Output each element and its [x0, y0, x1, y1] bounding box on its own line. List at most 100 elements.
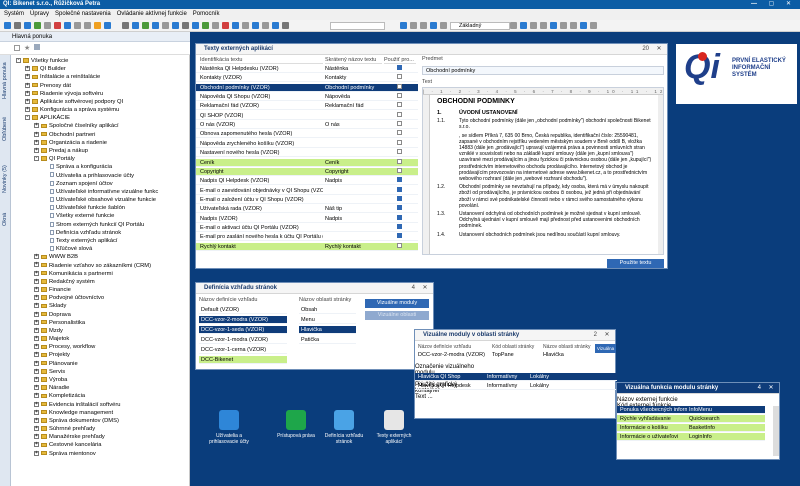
desktop-shortcut[interactable]: Definícia vzhľadu stránok	[318, 410, 370, 445]
area-list-item[interactable]: Hlavička	[299, 326, 356, 334]
tree-item[interactable]: + Aplikácie softvérovej podpory QI	[25, 98, 123, 106]
menu-item[interactable]: Úpravy	[30, 11, 49, 17]
toolbar-icon[interactable]	[44, 22, 51, 29]
tree-item[interactable]: + Komunikácia s partnermi	[34, 270, 113, 278]
definition-list-item[interactable]: DCC-vzor-1-cerna (VZOR)	[199, 346, 287, 354]
texts-grid-row[interactable]: Rychlý kontakt Rychlý kontakt	[196, 242, 418, 251]
toolbar-icon[interactable]	[94, 22, 101, 29]
expand-icon[interactable]: +	[34, 123, 39, 129]
definition-list-item[interactable]: DCC-vzor-1-modra (VZOR)	[199, 336, 287, 344]
menu-item[interactable]: Společné nastavenia	[55, 11, 111, 17]
window-controls[interactable]: — ▢ ✕	[751, 0, 796, 9]
definition-list-item[interactable]: DCC-vzor-1-seda (VZOR)	[199, 326, 287, 334]
toolbar-icon[interactable]	[530, 22, 537, 29]
star-icon[interactable]: ★	[24, 44, 30, 52]
tree-item[interactable]: + Výroba	[34, 376, 67, 384]
texts-grid-row[interactable]: Obnova zapomenutého hesla (VZOR)	[196, 130, 418, 139]
use-checkbox[interactable]	[397, 74, 402, 80]
tree-item[interactable]: + Správa dokumentov (DMS)	[34, 417, 119, 425]
close-icon[interactable]: ✕	[602, 330, 612, 341]
use-checkbox[interactable]	[397, 102, 402, 108]
tree-item[interactable]: + Spoločné číselníky aplikácí	[34, 122, 119, 130]
definition-list-item[interactable]: Default (VZOR)	[199, 306, 287, 314]
nav-tab-0[interactable]: Hlavná ponuka	[0, 59, 11, 103]
tree-item[interactable]: + Personalistika	[34, 319, 85, 327]
tree-item[interactable]: Užívateľské informatívne vizuálne funkc	[43, 188, 158, 196]
use-checkbox[interactable]	[397, 130, 402, 136]
expand-icon[interactable]: -	[16, 57, 21, 63]
expand-icon[interactable]: +	[34, 278, 39, 284]
expand-icon[interactable]: +	[34, 270, 39, 276]
nav-tab-3[interactable]: Okná	[0, 205, 11, 233]
texts-grid-row[interactable]: Nastavení nového hesla (VZOR)	[196, 149, 418, 158]
toolbar-icon[interactable]	[64, 22, 71, 29]
toolbar-icon[interactable]	[34, 22, 41, 29]
toolbar-icon[interactable]	[142, 22, 149, 29]
toolbar-icon[interactable]	[182, 22, 189, 29]
desktop-shortcut[interactable]: Texty externých aplikácí	[368, 410, 420, 445]
use-checkbox[interactable]	[397, 214, 402, 220]
toolbar-icon[interactable]	[272, 22, 279, 29]
toolbar-icon[interactable]	[580, 22, 587, 29]
toolbar-icon[interactable]	[212, 22, 219, 29]
close-icon[interactable]: ✕	[654, 44, 664, 55]
use-text-button[interactable]: Použite textu	[607, 259, 664, 268]
expand-icon[interactable]: +	[34, 139, 39, 145]
tree-item[interactable]: + Financie	[34, 286, 71, 294]
close-icon[interactable]: ✕	[766, 383, 776, 394]
expand-icon[interactable]: +	[34, 344, 39, 350]
toolbar-icon[interactable]	[14, 22, 21, 29]
expand-icon[interactable]: +	[25, 90, 30, 96]
toolbar-icon[interactable]	[162, 22, 169, 29]
toolbar-icon[interactable]	[430, 22, 437, 29]
tree-item[interactable]: Texty externých aplikácí	[43, 237, 118, 245]
tree-item[interactable]: + Správa mientonov	[34, 450, 96, 458]
toolbar-icon[interactable]	[510, 22, 517, 29]
close-icon[interactable]: ✕	[420, 283, 430, 294]
use-checkbox[interactable]	[397, 149, 402, 155]
definition-list-item[interactable]: DCC-Bikenet	[199, 356, 287, 364]
tree-item[interactable]: + Knowledge management	[34, 409, 113, 417]
expand-icon[interactable]: +	[34, 376, 39, 382]
toolbar-icon[interactable]	[560, 22, 567, 29]
expand-icon[interactable]: +	[34, 360, 39, 366]
tree-item[interactable]: + Organizácia a riadenie	[34, 139, 107, 147]
tree-item[interactable]: + Inštalácie a reinštalácie	[25, 73, 100, 81]
toolbar-icon[interactable]	[152, 22, 159, 29]
visual-areas-button[interactable]: Vizuálne oblasti	[365, 311, 429, 320]
toolbar-icon[interactable]	[590, 22, 597, 29]
texts-grid-row[interactable]: QI SHOP (VZOR)	[196, 111, 418, 120]
expand-icon[interactable]: +	[34, 336, 39, 342]
texts-grid-row[interactable]: O nás (VZOR) O nás	[196, 121, 418, 130]
expand-icon[interactable]: +	[34, 368, 39, 374]
use-checkbox[interactable]	[397, 177, 402, 183]
texts-grid-row[interactable]: Nadpis (VZOR) Nadpis	[196, 214, 418, 223]
tree-item[interactable]: + Servis	[34, 368, 65, 376]
toolbar-icon[interactable]	[520, 22, 527, 29]
use-checkbox[interactable]	[397, 186, 402, 192]
desktop-shortcut[interactable]: Prístupová práva	[270, 410, 322, 439]
tree-item[interactable]: - QI Portály	[34, 155, 75, 163]
toolbar-icon[interactable]	[192, 22, 199, 29]
tree-item[interactable]: + Doprava	[34, 311, 71, 319]
texts-grid-row[interactable]: Copyright Copyright	[196, 167, 418, 176]
expand-icon[interactable]: -	[34, 156, 39, 162]
toolbar-icon[interactable]	[252, 22, 259, 29]
settings-icon[interactable]	[34, 44, 40, 50]
tree-item[interactable]: + Procesy, workflow	[34, 343, 95, 351]
expand-icon[interactable]: +	[34, 409, 39, 415]
tree-item[interactable]: Užívateľské obsahové vizuálne funkcie	[43, 196, 156, 204]
expand-icon[interactable]: +	[34, 303, 39, 309]
function-grid-row[interactable]: Informácie o košíku BasketInfo	[617, 424, 765, 432]
tree-item[interactable]: + Konfigurácia a správa systému	[25, 106, 119, 114]
tree-item[interactable]: + Prenosy dát	[25, 82, 71, 90]
tree-item[interactable]: Definícia vzhľadu stránok	[43, 229, 121, 237]
expand-icon[interactable]: +	[34, 434, 39, 440]
use-checkbox[interactable]	[397, 233, 402, 239]
tree-item[interactable]: + Plánovanie	[34, 360, 78, 368]
toolbar-search-field[interactable]	[330, 22, 385, 30]
texts-grid-row[interactable]: E-mail o zaevidování objednávky v QI Sho…	[196, 186, 418, 195]
toolbar-icon[interactable]	[232, 22, 239, 29]
menu-item[interactable]: Ovládanie aktívnej funkcie	[117, 11, 187, 17]
use-checkbox[interactable]	[397, 121, 402, 127]
